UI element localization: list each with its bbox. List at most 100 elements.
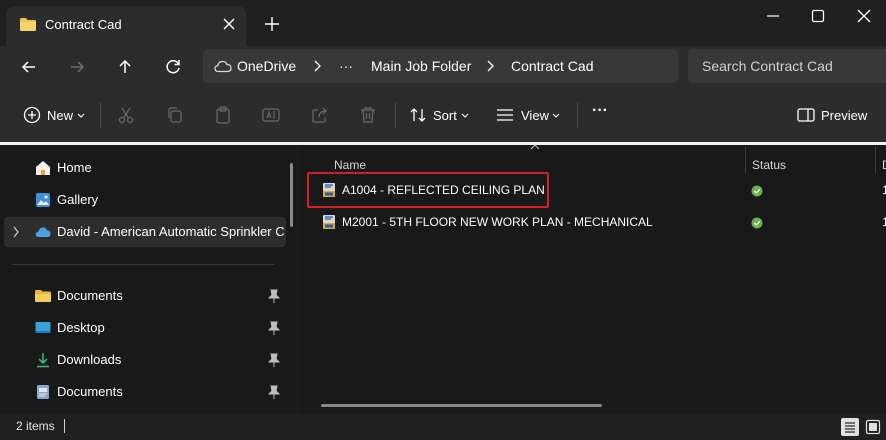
maximize-icon[interactable] — [811, 9, 825, 23]
sort-label: Sort — [433, 108, 457, 123]
breadcrumb-contract-cad[interactable]: Contract Cad — [511, 58, 593, 74]
tab-contract-cad[interactable]: Contract Cad — [6, 6, 246, 46]
new-tab-icon[interactable] — [263, 15, 281, 33]
chevron-right-icon[interactable] — [485, 59, 495, 73]
chevron-down-icon — [461, 113, 469, 118]
nav-label-downloads: Downloads — [57, 352, 122, 367]
column-separator[interactable] — [875, 147, 876, 173]
sort-ascending-icon — [530, 144, 540, 150]
close-window-icon[interactable] — [856, 8, 872, 24]
column-header-status[interactable]: Status — [752, 158, 786, 172]
navigation-pane: Home Gallery David - American Automatic … — [0, 145, 296, 413]
column-header-date[interactable]: D — [882, 158, 886, 172]
onedrive-cloud-icon — [214, 60, 232, 73]
nav-item-home[interactable]: Home — [4, 153, 286, 183]
preview-button[interactable]: Preview — [796, 102, 872, 128]
cad-file-icon — [323, 215, 335, 229]
sort-button[interactable]: Sort — [408, 102, 472, 128]
status-bar: 2 items — [0, 413, 886, 440]
horizontal-scrollbar[interactable] — [321, 404, 602, 407]
new-button[interactable]: New — [22, 102, 88, 128]
chevron-down-icon — [77, 113, 85, 118]
nav-item-gallery[interactable]: Gallery — [4, 185, 286, 215]
chevron-right-icon[interactable] — [312, 59, 322, 73]
column-separator[interactable] — [745, 147, 746, 173]
up-arrow-icon[interactable] — [113, 55, 137, 79]
sync-ok-icon — [751, 185, 763, 197]
back-arrow-icon[interactable] — [17, 55, 41, 79]
address-row: OneDrive ··· Main Job Folder Contract Ca… — [0, 46, 886, 88]
view-button[interactable]: View — [495, 102, 565, 128]
plus-circle-icon — [23, 106, 41, 124]
details-view-icon — [845, 422, 855, 433]
toolbar-divider — [100, 102, 101, 128]
search-input[interactable]: Search Contract Cad — [702, 58, 833, 74]
breadcrumb-main-job-folder[interactable]: Main Job Folder — [371, 58, 471, 74]
toolbar-divider — [395, 102, 396, 128]
command-bar: New Sort View ··· Preview — [0, 88, 886, 142]
file-row[interactable]: M2001 - 5TH FLOOR NEW WORK PLAN - MECHAN… — [314, 207, 886, 237]
folder-icon — [35, 290, 51, 302]
tiles-view-icon[interactable] — [865, 419, 881, 435]
file-date: 1 — [882, 183, 886, 197]
nav-item-downloads[interactable]: Downloads — [4, 345, 286, 375]
view-label: View — [521, 108, 549, 123]
column-header-name[interactable]: Name — [334, 158, 366, 172]
nav-label-documents-library: Documents — [57, 384, 123, 399]
paste-icon[interactable] — [213, 105, 233, 125]
nav-item-documents-library[interactable]: Documents — [4, 377, 286, 407]
nav-item-onedrive-account[interactable]: David - American Automatic Sprinkler Co … — [4, 217, 286, 247]
breadcrumb-onedrive[interactable]: OneDrive — [237, 58, 296, 74]
sort-icon — [410, 108, 426, 122]
pin-icon[interactable] — [268, 385, 280, 399]
documents-icon — [37, 385, 49, 399]
view-lines-icon — [497, 109, 513, 121]
home-icon — [36, 161, 50, 175]
preview-pane-icon — [797, 108, 815, 122]
breadcrumb-ellipsis[interactable]: ··· — [339, 58, 353, 74]
minimize-icon[interactable] — [765, 9, 781, 23]
forward-arrow-icon[interactable] — [65, 55, 89, 79]
pin-icon[interactable] — [268, 353, 280, 367]
nav-label-documents: Documents — [57, 288, 123, 303]
nav-label-home: Home — [57, 160, 92, 175]
download-icon — [37, 353, 49, 368]
pin-icon[interactable] — [268, 321, 280, 335]
search-box[interactable]: Search Contract Cad — [688, 49, 886, 83]
highlight-annotation — [307, 172, 549, 208]
title-bar: Contract Cad — [0, 0, 886, 46]
cut-icon[interactable] — [116, 105, 136, 125]
item-count: 2 items — [16, 419, 55, 433]
nav-divider — [12, 264, 274, 265]
more-options-button[interactable]: ··· — [592, 102, 612, 128]
file-name: M2001 - 5TH FLOOR NEW WORK PLAN - MECHAN… — [342, 215, 653, 229]
status-divider — [64, 419, 65, 433]
folder-icon — [20, 18, 36, 31]
close-tab-icon[interactable] — [220, 15, 238, 33]
desktop-icon — [35, 322, 51, 333]
preview-label: Preview — [821, 108, 868, 123]
tab-title: Contract Cad — [45, 17, 122, 32]
share-icon[interactable] — [310, 105, 330, 125]
chevron-right-icon[interactable] — [12, 226, 20, 238]
nav-scrollbar[interactable] — [290, 163, 293, 227]
file-date: 1 — [882, 215, 886, 229]
copy-icon[interactable] — [165, 105, 185, 125]
nav-item-documents[interactable]: Documents — [4, 281, 286, 311]
details-view-button[interactable] — [841, 418, 859, 436]
gallery-icon — [36, 193, 50, 207]
delete-icon[interactable] — [358, 105, 378, 125]
pin-icon[interactable] — [268, 289, 280, 303]
nav-item-desktop[interactable]: Desktop — [4, 313, 286, 343]
chevron-down-icon — [552, 113, 560, 118]
rename-icon[interactable] — [261, 105, 281, 125]
toolbar-divider — [577, 102, 578, 128]
address-bar[interactable]: OneDrive ··· Main Job Folder Contract Ca… — [203, 49, 678, 83]
sync-ok-icon — [751, 217, 763, 229]
nav-label-desktop: Desktop — [57, 320, 105, 335]
onedrive-cloud-icon — [35, 227, 51, 237]
new-label: New — [47, 108, 74, 123]
nav-label-gallery: Gallery — [57, 192, 99, 207]
refresh-icon[interactable] — [161, 55, 185, 79]
nav-label-onedrive-account: David - American Automatic Sprinkler Co … — [57, 224, 285, 239]
